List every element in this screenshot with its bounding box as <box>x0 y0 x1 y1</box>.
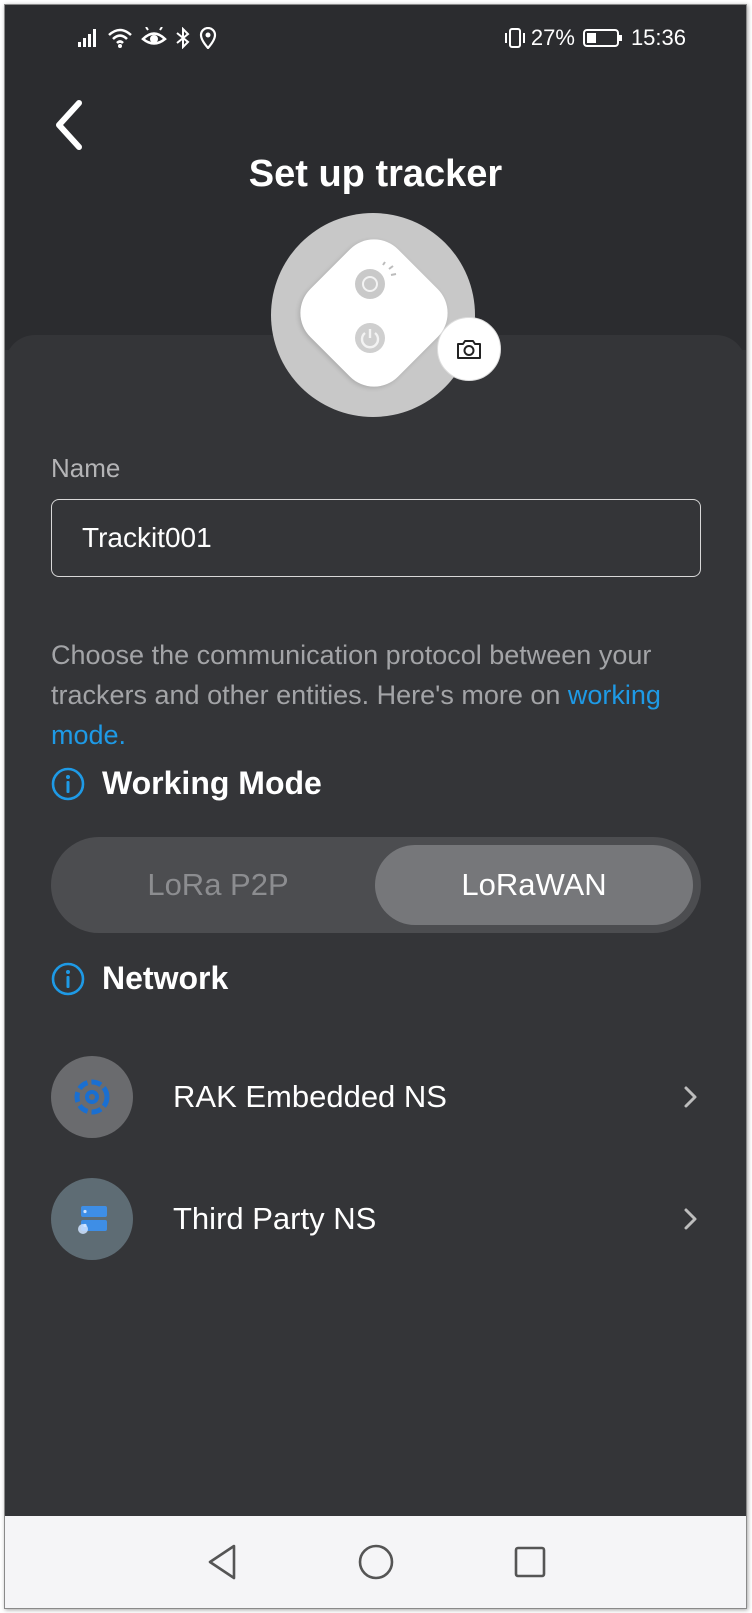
chevron-right-icon <box>684 1208 697 1230</box>
vibrate-icon <box>504 28 525 48</box>
working-mode-toggle: LoRa P2P LoRaWAN <box>51 837 701 933</box>
network-heading: Network <box>102 960 229 996</box>
wifi-icon <box>108 28 132 48</box>
nav-home-button[interactable] <box>354 1540 398 1584</box>
rak-logo-icon <box>51 1056 133 1138</box>
light-rays-icon <box>382 261 397 276</box>
network-item-label: Third Party NS <box>173 1201 377 1236</box>
name-input[interactable] <box>51 499 701 577</box>
description-text: Choose the communication protocol betwee… <box>51 640 652 710</box>
info-icon[interactable] <box>51 767 85 801</box>
eye-icon <box>141 27 167 45</box>
option-lorawan[interactable]: LoRaWAN <box>375 845 693 925</box>
status-bar-left <box>77 23 217 53</box>
chevron-left-icon <box>56 100 82 150</box>
nav-recents-button[interactable] <box>508 1540 552 1584</box>
working-mode-section: Working Mode <box>51 765 322 802</box>
name-label: Name <box>51 453 121 483</box>
network-item-label: RAK Embedded NS <box>173 1079 447 1114</box>
clock: 15:36 <box>630 25 686 50</box>
battery-icon <box>582 29 622 47</box>
signal-icon <box>78 29 96 47</box>
status-bar-right: 27% 15:36 <box>503 23 686 53</box>
network-section: Network <box>51 960 228 997</box>
nav-back-button[interactable] <box>200 1540 244 1584</box>
app-screen: 27% 15:36 Set up tracker Name Trackit001… <box>5 5 746 1608</box>
tracker-device-image <box>286 225 462 401</box>
page-title: Set up tracker <box>248 153 503 195</box>
power-icon <box>355 323 385 353</box>
option-lora-p2p[interactable]: LoRa P2P <box>59 845 377 925</box>
info-icon[interactable] <box>51 962 85 996</box>
battery-percent: 27% <box>530 25 575 50</box>
network-item-third-party-ns[interactable]: Third Party NS <box>51 1177 701 1261</box>
recents-square-icon <box>514 1546 545 1578</box>
server-icon <box>51 1178 133 1260</box>
chevron-right-icon <box>684 1086 697 1108</box>
home-circle-icon <box>358 1544 393 1580</box>
camera-icon <box>457 340 481 359</box>
location-icon <box>199 27 217 49</box>
tracker-avatar <box>271 213 475 417</box>
bluetooth-icon <box>176 27 190 49</box>
change-photo-button[interactable] <box>437 317 501 381</box>
protocol-description: Choose the communication protocol betwee… <box>51 635 711 755</box>
working-mode-heading: Working Mode <box>102 765 322 801</box>
system-nav-bar <box>5 1516 746 1608</box>
network-item-rak-embedded-ns[interactable]: RAK Embedded NS <box>51 1055 701 1139</box>
back-button[interactable] <box>47 95 93 155</box>
back-triangle-icon <box>208 1544 235 1580</box>
